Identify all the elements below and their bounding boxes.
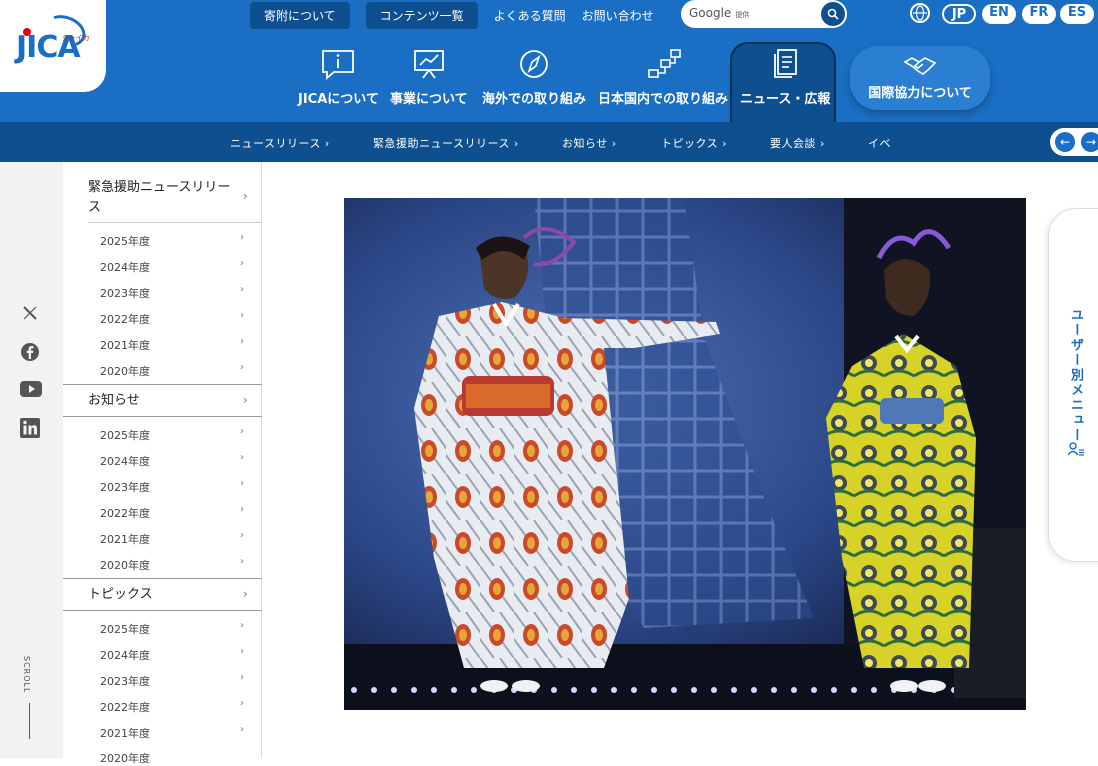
subnav-vip-meetings[interactable]: 要人会談 ›	[770, 135, 825, 151]
divider	[88, 222, 262, 223]
sidebar-item[interactable]: 2021年度	[100, 531, 150, 547]
sidebar-item[interactable]: 2021年度	[100, 337, 150, 353]
chevron-right-icon: ›	[240, 232, 244, 243]
chevron-right-icon: ›	[240, 698, 244, 709]
chevron-right-icon: ›	[240, 504, 244, 515]
sidebar-item[interactable]: 2020年度	[100, 750, 150, 766]
search-button[interactable]	[821, 2, 845, 26]
faq-link[interactable]: よくある質問	[494, 7, 566, 24]
globe-icon	[910, 3, 930, 23]
compass-icon	[520, 50, 548, 78]
lang-es[interactable]: ES	[1060, 4, 1094, 24]
chevron-right-icon: ›	[240, 336, 244, 347]
chevron-right-icon: ›	[240, 284, 244, 295]
user-menu-label: ユーザー別メニュー	[1068, 308, 1083, 443]
subnav-news-release[interactable]: ニュースリリース ›	[230, 135, 330, 151]
divider	[63, 416, 262, 417]
utility-bar: 寄附について コンテンツ一覧 よくある質問 お問い合わせ	[250, 1, 654, 29]
chevron-right-icon: ›	[240, 452, 244, 463]
sidebar-item[interactable]: 2021年度	[100, 725, 150, 741]
lang-jp[interactable]: JP	[942, 4, 976, 24]
lang-en[interactable]: EN	[982, 4, 1016, 24]
chevron-right-icon: ›	[240, 362, 244, 373]
scroll-label: SCROLL	[22, 656, 31, 694]
divider	[63, 384, 262, 385]
sidebar-item[interactable]: 2025年度	[100, 233, 150, 249]
scroll-indicator	[29, 703, 30, 739]
sidebar-section-topics[interactable]: トピックス	[88, 585, 238, 605]
arrow-left-icon[interactable]: ←	[1055, 132, 1075, 152]
sidebar-item[interactable]: 2022年度	[100, 311, 150, 327]
contents-link[interactable]: コンテンツ一覧	[365, 1, 478, 29]
logo-kana: ジャイカ	[62, 34, 90, 42]
site-header: JICA ジャイカ 寄附について コンテンツ一覧 よくある質問 お問い合わせ G…	[0, 0, 1098, 124]
subnav-topics[interactable]: トピックス ›	[661, 135, 727, 151]
lang-fr[interactable]: FR	[1022, 4, 1056, 24]
x-twitter-icon[interactable]	[20, 304, 40, 324]
chevron-right-icon: ›	[240, 724, 244, 735]
sidebar-item[interactable]: 2023年度	[100, 285, 150, 301]
social-share-column	[0, 162, 63, 758]
chevron-right-icon: ›	[240, 556, 244, 567]
sidebar-item[interactable]: 2025年度	[100, 621, 150, 637]
chevron-right-icon: ›	[240, 310, 244, 321]
chevron-right-icon: ›	[240, 530, 244, 541]
sidebar-item[interactable]: 2024年度	[100, 453, 150, 469]
chevron-right-icon: ›	[240, 620, 244, 631]
search-input[interactable]: Google 提供	[681, 0, 847, 28]
divider	[63, 578, 262, 579]
sidebar-item[interactable]: 2024年度	[100, 647, 150, 663]
arrow-right-icon[interactable]: →	[1081, 132, 1098, 152]
nav-about-jica[interactable]: JICAについて	[298, 48, 379, 107]
sidebar-section-emergency[interactable]: 緊急援助ニュースリリース	[88, 178, 238, 218]
google-brand: Google 提供	[689, 6, 750, 20]
chevron-right-icon: ›	[240, 646, 244, 657]
sidebar-item[interactable]: 2023年度	[100, 673, 150, 689]
divider	[63, 610, 262, 611]
sidebar-item[interactable]: 2023年度	[100, 479, 150, 495]
chevron-right-icon: ›	[240, 478, 244, 489]
sidebar: 緊急援助ニュースリリース › 2025年度 › 2024年度 › 2023年度 …	[63, 162, 262, 765]
chevron-right-icon: ›	[243, 189, 248, 203]
subnav-notices[interactable]: お知らせ ›	[562, 135, 617, 151]
sub-nav: ニュースリリース › 緊急援助ニュースリリース › お知らせ › トピックス ›…	[0, 122, 1098, 162]
sidebar-item[interactable]: 2022年度	[100, 505, 150, 521]
intl-cooperation-button[interactable]: 国際協力について	[850, 46, 990, 110]
sidebar-item[interactable]: 2022年度	[100, 699, 150, 715]
info-icon	[322, 50, 355, 80]
chevron-right-icon: ›	[243, 393, 248, 407]
nav-overseas[interactable]: 海外での取り組み	[482, 48, 586, 107]
nav-news[interactable]: ニュース・広報	[740, 48, 830, 107]
sidebar-item[interactable]: 2024年度	[100, 259, 150, 275]
document-icon	[774, 49, 798, 78]
logo[interactable]: JICA ジャイカ	[0, 0, 106, 92]
network-icon	[648, 49, 681, 78]
sidebar-item[interactable]: 2025年度	[100, 427, 150, 443]
subnav-emergency-news[interactable]: 緊急援助ニュースリリース ›	[373, 135, 519, 151]
chevron-right-icon: ›	[240, 258, 244, 269]
chevron-right-icon: ›	[240, 426, 244, 437]
chevron-right-icon: ›	[243, 587, 248, 601]
nav-domestic[interactable]: 日本国内での取り組み	[598, 48, 728, 107]
handshake-icon	[903, 57, 937, 75]
search-icon	[827, 8, 839, 20]
donation-link[interactable]: 寄附について	[250, 1, 350, 29]
sidebar-item[interactable]: 2020年度	[100, 557, 150, 573]
chevron-right-icon: ›	[240, 672, 244, 683]
presentation-icon	[413, 50, 444, 79]
sidebar-item[interactable]: 2020年度	[100, 363, 150, 379]
sidebar-section-notices[interactable]: お知らせ	[88, 391, 238, 411]
nav-projects[interactable]: 事業について	[390, 48, 468, 107]
facebook-icon[interactable]	[20, 342, 40, 362]
article-photo	[344, 198, 1026, 710]
user-list-icon	[1067, 442, 1084, 460]
linkedin-icon[interactable]	[20, 418, 40, 438]
subnav-events[interactable]: イベ	[868, 135, 891, 151]
contact-link[interactable]: お問い合わせ	[582, 7, 654, 24]
youtube-icon[interactable]	[20, 380, 42, 400]
